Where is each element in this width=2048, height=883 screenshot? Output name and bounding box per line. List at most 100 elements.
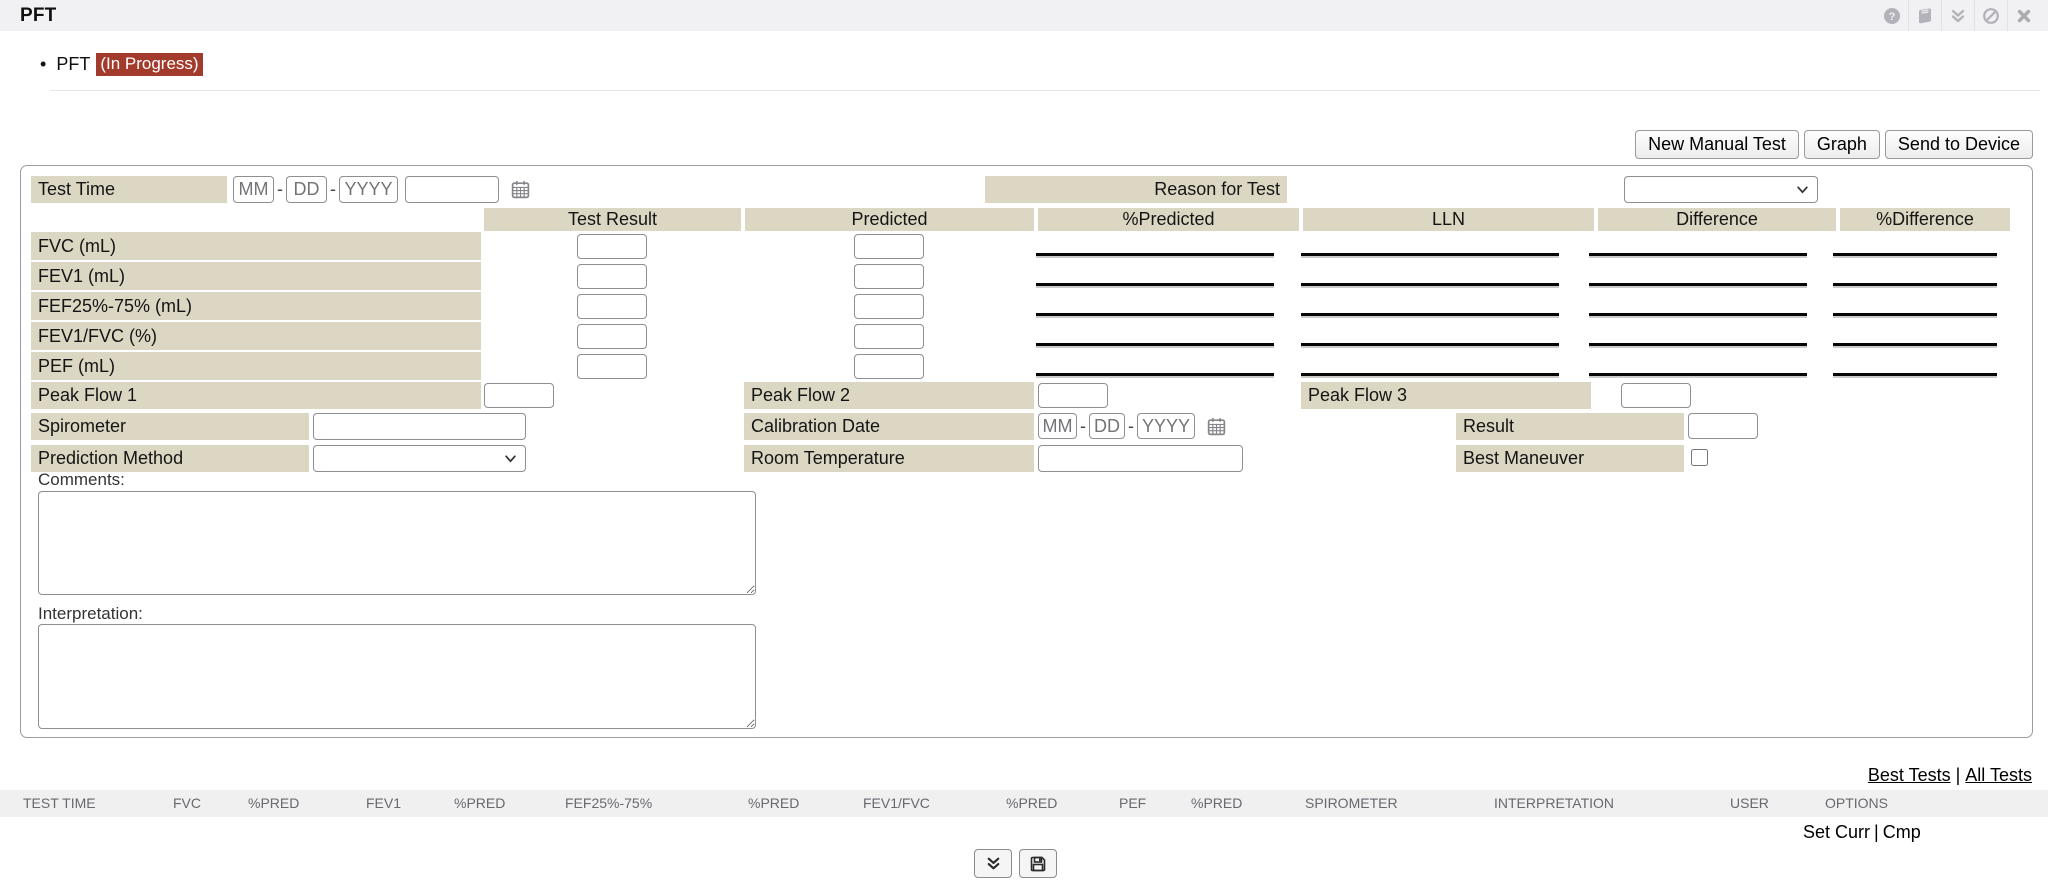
graph-button[interactable]: Graph	[1804, 130, 1880, 159]
list-bullet: •	[40, 54, 46, 75]
fev1fvc-test-result-input[interactable]	[577, 324, 647, 349]
close-icon[interactable]	[2007, 0, 2040, 31]
spirometer-label: Spirometer	[31, 413, 309, 440]
pft-entry-panel: Test Time - - Reason for Test Test Resul…	[20, 165, 2033, 738]
fvc-test-result-input[interactable]	[577, 234, 647, 259]
results-table-header: TEST TIME FVC %PRED FEV1 %PRED FEF25%-75…	[0, 790, 2048, 817]
set-curr-link[interactable]: Set Curr	[1803, 822, 1870, 842]
fev1fvc-predicted-input[interactable]	[854, 324, 924, 349]
spirometer-input[interactable]	[313, 413, 526, 440]
results-col-fev1fvc: FEV1/FVC	[863, 790, 930, 817]
fvc-percent-predicted-field	[1036, 250, 1274, 256]
row-label-fef2575: FEF25%-75% (mL)	[31, 292, 481, 320]
calibration-year-input[interactable]	[1137, 413, 1195, 439]
new-manual-test-button[interactable]: New Manual Test	[1635, 130, 1799, 159]
fvc-difference-field	[1589, 250, 1807, 256]
fvc-predicted-input[interactable]	[854, 234, 924, 259]
fef2575-predicted-input[interactable]	[854, 294, 924, 319]
all-tests-link[interactable]: All Tests	[1965, 765, 2032, 785]
date-separator: -	[277, 179, 283, 200]
fev1-percent-difference-field	[1833, 280, 1997, 286]
fef2575-percent-difference-field	[1833, 310, 1997, 316]
test-time-label: Test Time	[31, 176, 227, 203]
best-tests-link[interactable]: Best Tests	[1868, 765, 1951, 785]
result-label: Result	[1456, 413, 1684, 440]
calibration-date-label: Calibration Date	[744, 413, 1034, 440]
results-col-pred-1: %PRED	[248, 790, 299, 817]
book-icon[interactable]	[1908, 0, 1941, 31]
prediction-method-select[interactable]	[313, 445, 526, 472]
reason-for-test-label: Reason for Test	[985, 176, 1287, 203]
col-header-percent-difference: %Difference	[1840, 208, 2010, 231]
calendar-icon[interactable]	[510, 179, 531, 200]
interpretation-textarea[interactable]	[38, 624, 756, 729]
col-header-percent-predicted: %Predicted	[1038, 208, 1299, 231]
chevron-down-icon	[504, 452, 517, 465]
results-col-user: USER	[1730, 790, 1769, 817]
pef-predicted-input[interactable]	[854, 354, 924, 379]
results-col-fvc: FVC	[173, 790, 201, 817]
results-options-row: Set Curr|Cmp	[1803, 822, 1921, 843]
help-icon[interactable]: ?	[1875, 0, 1908, 31]
disable-icon[interactable]	[1974, 0, 2007, 31]
results-view-links: Best Tests|All Tests	[1868, 765, 2032, 786]
fvc-percent-difference-field	[1833, 250, 1997, 256]
peak-flow-2-input[interactable]	[1038, 383, 1108, 408]
comments-textarea[interactable]	[38, 491, 756, 595]
row-label-pef: PEF (mL)	[31, 352, 481, 380]
peak-flow-1-input[interactable]	[484, 383, 554, 408]
results-col-fef2575: FEF25%-75%	[565, 790, 652, 817]
peak-flow-3-input[interactable]	[1621, 383, 1691, 408]
send-to-device-button[interactable]: Send to Device	[1885, 130, 2033, 159]
prediction-method-label: Prediction Method	[31, 445, 309, 472]
calibration-month-input[interactable]	[1038, 413, 1077, 439]
svg-text:?: ?	[1888, 11, 1895, 23]
comments-label: Comments:	[38, 470, 125, 490]
breadcrumb: • PFT (In Progress)	[40, 53, 203, 76]
result-input[interactable]	[1688, 413, 1758, 439]
expand-section-button[interactable]	[974, 849, 1012, 878]
save-button[interactable]	[1019, 849, 1057, 878]
test-time-year-input[interactable]	[339, 176, 398, 203]
date-separator: -	[330, 179, 336, 200]
reason-for-test-select[interactable]	[1624, 176, 1818, 203]
pft-page: PFT ? • PFT (In Progress) New Manual	[0, 0, 2048, 883]
collapse-chevrons-icon[interactable]	[1941, 0, 1974, 31]
best-maneuver-label: Best Maneuver	[1456, 445, 1684, 472]
test-time-day-input[interactable]	[286, 176, 327, 203]
fef2575-test-result-input[interactable]	[577, 294, 647, 319]
divider	[50, 90, 2040, 91]
col-header-predicted: Predicted	[745, 208, 1034, 231]
calibration-day-input[interactable]	[1089, 413, 1125, 439]
results-col-pred-4: %PRED	[1006, 790, 1057, 817]
fef2575-difference-field	[1589, 310, 1807, 316]
fvc-lln-field	[1301, 250, 1559, 256]
pef-percent-predicted-field	[1036, 370, 1274, 376]
cmp-link[interactable]: Cmp	[1883, 822, 1921, 842]
pef-percent-difference-field	[1833, 370, 1997, 376]
fev1-difference-field	[1589, 280, 1807, 286]
window-titlebar: PFT ?	[0, 0, 2048, 31]
fev1-lln-field	[1301, 280, 1559, 286]
test-time-time-input[interactable]	[405, 176, 499, 203]
fev1-predicted-input[interactable]	[854, 264, 924, 289]
results-col-pred-5: %PRED	[1191, 790, 1242, 817]
best-maneuver-checkbox[interactable]	[1691, 449, 1708, 466]
calibration-date-group: - -	[1038, 413, 1227, 439]
interpretation-label: Interpretation:	[38, 604, 143, 624]
chevron-down-icon	[1796, 183, 1809, 196]
results-col-pred-3: %PRED	[748, 790, 799, 817]
fev1-test-result-input[interactable]	[577, 264, 647, 289]
breadcrumb-label[interactable]: PFT	[56, 54, 90, 75]
col-header-lln: LLN	[1303, 208, 1594, 231]
test-time-month-input[interactable]	[233, 176, 274, 203]
calendar-icon[interactable]	[1206, 416, 1227, 437]
room-temperature-input[interactable]	[1038, 445, 1243, 472]
results-col-pred-2: %PRED	[454, 790, 505, 817]
results-col-spirometer: SPIROMETER	[1305, 790, 1398, 817]
fef2575-percent-predicted-field	[1036, 310, 1274, 316]
fev1fvc-percent-predicted-field	[1036, 340, 1274, 346]
save-icon	[1029, 855, 1047, 873]
row-label-fev1fvc: FEV1/FVC (%)	[31, 322, 481, 350]
pef-test-result-input[interactable]	[577, 354, 647, 379]
